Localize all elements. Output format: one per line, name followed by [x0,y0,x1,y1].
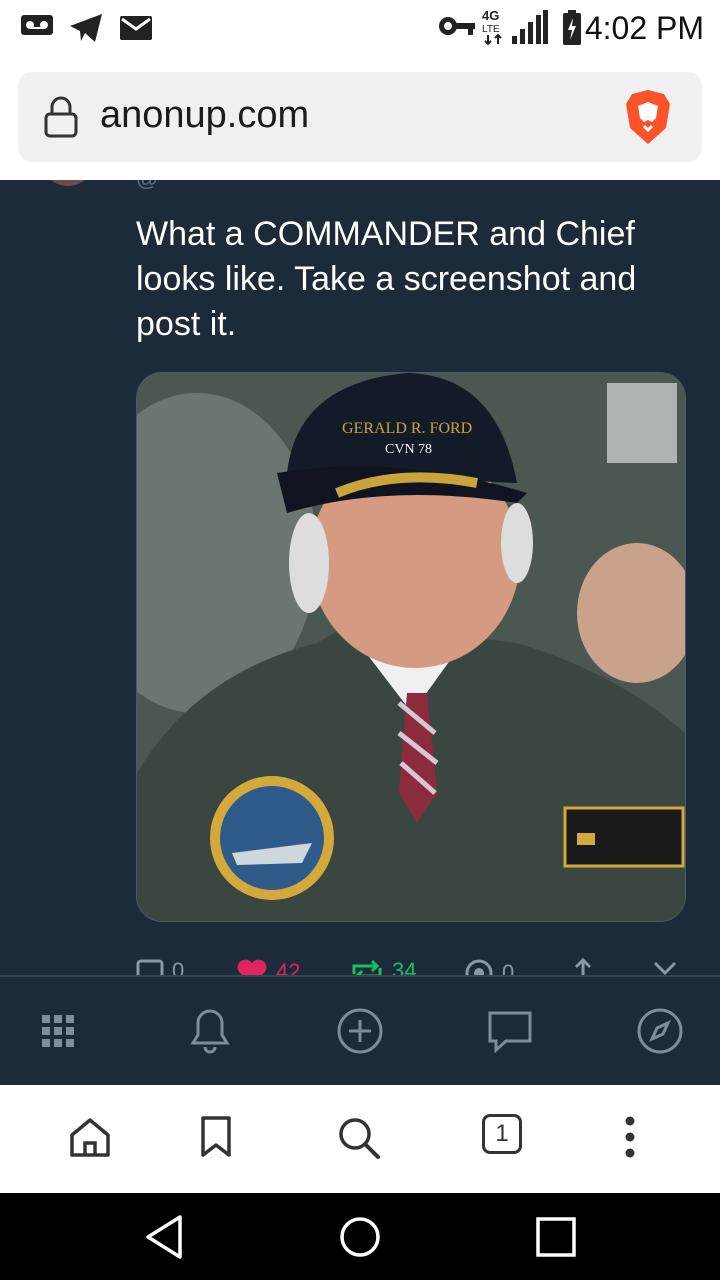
chevron-down-icon [653,961,677,975]
voicemail-icon [21,15,53,35]
repost-button[interactable]: 34 [350,958,416,975]
heart-icon [237,959,267,975]
svg-text:4G: 4G [482,8,499,23]
status-bar: 4G LTE 4:02 PM [0,0,720,56]
cap-text-bottom: CVN 78 [385,442,432,457]
bell-icon[interactable] [184,1005,236,1057]
browser-bottom-bar [0,1085,720,1193]
mail-icon [120,16,152,40]
repost-icon [352,959,382,975]
url-text[interactable]: anonup.com [100,94,309,137]
browser-toolbar: anonup.com [0,56,720,180]
brave-shield-icon[interactable] [624,88,672,146]
signal-icon [512,10,548,44]
reply-button[interactable]: 0 [136,958,184,975]
share-icon [574,958,592,975]
views-count: 0 [502,960,515,975]
chat-icon[interactable] [484,1005,536,1057]
post-feed: @ What a COMMANDER and Chief looks like.… [0,180,720,975]
svg-text:LTE: LTE [482,24,500,35]
reply-count: 0 [172,958,185,975]
telegram-icon [70,14,102,42]
avatar[interactable] [40,180,96,186]
tabs-button[interactable]: 1 [482,1114,522,1154]
bookmark-icon[interactable] [198,1115,234,1159]
post-actions: 0 42 34 0 [136,958,696,975]
reply-icon [136,959,164,975]
recents-icon[interactable] [534,1213,578,1261]
back-icon[interactable] [142,1213,186,1261]
home-circle-icon[interactable] [338,1213,382,1261]
post-text: What a COMMANDER and Chief looks like. T… [136,215,637,343]
user-handle-peek: @ [136,180,158,192]
search-icon[interactable] [336,1115,382,1161]
home-icon[interactable] [68,1115,112,1159]
like-count: 42 [276,959,301,975]
post-image[interactable]: GERALD R. FORD CVN 78 [136,372,686,922]
apps-grid-icon[interactable] [36,1005,88,1057]
clock: 4:02 PM [584,10,704,46]
views-button[interactable]: 0 [464,958,514,975]
like-button[interactable]: 42 [236,958,300,975]
vpn-key-icon [439,17,475,35]
app-tab-bar [0,975,720,1087]
add-circle-icon[interactable] [334,1005,386,1057]
compass-icon[interactable] [634,1005,686,1057]
4g-lte-icon: 4G LTE [482,8,502,46]
views-icon [465,959,493,975]
android-nav-bar [0,1193,720,1280]
more-button[interactable] [652,958,678,975]
address-bar[interactable]: anonup.com [18,72,702,162]
lock-icon[interactable] [44,96,78,138]
more-vertical-icon[interactable] [620,1115,640,1159]
battery-icon [563,10,581,45]
repost-count: 34 [392,958,417,975]
cap-text-top: GERALD R. FORD [342,420,472,437]
share-button[interactable] [572,958,594,975]
